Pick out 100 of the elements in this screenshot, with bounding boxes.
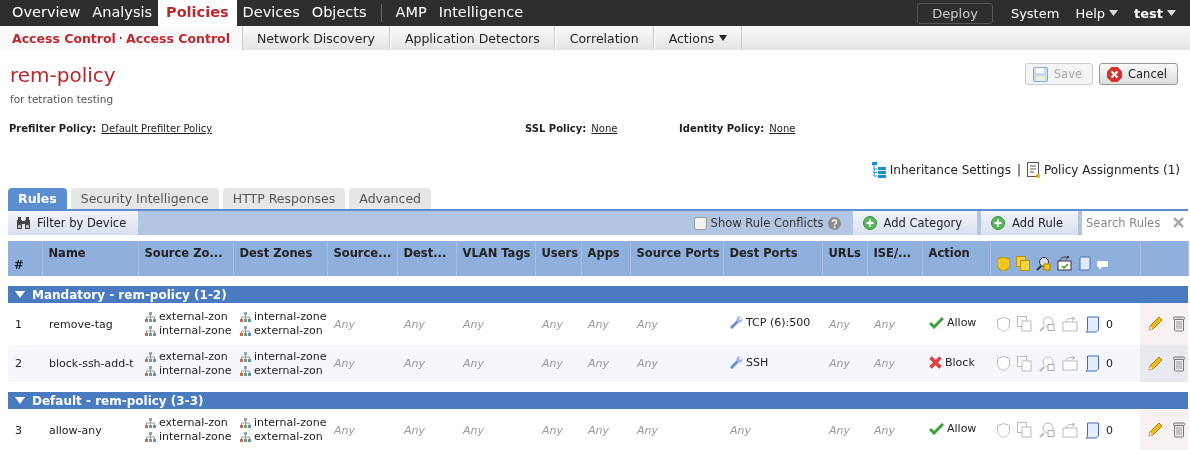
table-cell: Any: [874, 317, 895, 331]
folder-arrow-icon[interactable]: [1062, 316, 1078, 332]
breadcrumb-link[interactable]: Access Control: [126, 30, 230, 46]
expand-caret-icon[interactable]: [15, 291, 25, 298]
table-cell: Any: [588, 357, 609, 370]
network-icon: [240, 312, 251, 322]
nav-tab[interactable]: Devices: [236, 0, 306, 26]
setting-link[interactable]: None: [769, 123, 796, 147]
shield-icon[interactable]: [997, 422, 1010, 438]
magnifier-lock-icon[interactable]: [1039, 355, 1055, 372]
search-field[interactable]: Search Rules: [1082, 211, 1188, 235]
table-cell: Any: [588, 317, 609, 331]
column-header[interactable]: Name: [48, 246, 86, 260]
shield-icon[interactable]: [997, 356, 1010, 371]
pencil-icon[interactable]: [1147, 355, 1163, 372]
network-icon: [240, 432, 251, 442]
table-cell: Any: [334, 357, 355, 370]
add-category-button[interactable]: Add Category: [852, 211, 978, 235]
nav-tab[interactable]: AMP: [389, 0, 433, 26]
category-header[interactable]: Mandatory - rem-policy (1-2): [8, 286, 1188, 303]
action-label: Allow: [947, 316, 977, 330]
subnav-tab[interactable]: Application Detectors: [389, 26, 555, 50]
nav-tab[interactable]: Policies: [158, 0, 237, 26]
policy-assignments-link[interactable]: Policy Assignments (1): [1043, 163, 1180, 177]
clear-icon[interactable]: [1173, 217, 1184, 228]
table-cell: Any: [463, 357, 484, 370]
system-menu[interactable]: System: [1002, 5, 1068, 21]
actions-menu[interactable]: Actions: [653, 26, 743, 50]
tab[interactable]: Advanced: [349, 188, 432, 209]
table-cell: Any: [829, 423, 850, 437]
subnav-tab[interactable]: Correlation: [554, 26, 654, 50]
scroll-icon[interactable]: [1085, 355, 1099, 372]
deploy-button[interactable]: Deploy: [917, 2, 993, 24]
nav-tab[interactable]: Analysis: [86, 0, 159, 26]
network-icon: [240, 351, 251, 362]
tab[interactable]: Security Intelligence: [70, 188, 219, 209]
pencil-icon[interactable]: [1147, 422, 1163, 438]
filter-by-device-button[interactable]: Filter by Device: [8, 211, 139, 235]
setting-link[interactable]: None: [591, 123, 618, 147]
table-cell: Any: [542, 357, 563, 370]
expand-caret-icon[interactable]: [15, 397, 25, 404]
table-cell: Any: [637, 357, 658, 370]
folder-arrow-icon[interactable]: [1062, 422, 1078, 438]
tab[interactable]: HTTP Responses: [222, 188, 346, 209]
trash-icon[interactable]: [1173, 422, 1185, 438]
nav-tab[interactable]: Intelligence: [432, 0, 530, 26]
table-cell: Any: [463, 317, 484, 331]
port-name: SSH: [746, 355, 769, 369]
trash-icon[interactable]: [1173, 355, 1185, 372]
rule-name[interactable]: remove-tag: [49, 317, 113, 331]
comment-icon: [1096, 261, 1108, 271]
setting-label: Prefilter Policy:: [9, 123, 97, 136]
network-icon: [145, 312, 156, 322]
checkbox[interactable]: [693, 216, 707, 230]
setting-link[interactable]: Default Prefilter Policy: [101, 123, 213, 147]
inheritance-settings-link[interactable]: Inheritance Settings: [889, 163, 1011, 177]
scroll-icon[interactable]: [1085, 315, 1099, 333]
hierarchy-icon: [871, 162, 886, 178]
shield-icon[interactable]: [997, 316, 1010, 332]
breadcrumb-link[interactable]: Access Control: [12, 30, 116, 46]
zone-name: external-zon: [159, 310, 228, 324]
help-menu[interactable]: Help: [1067, 5, 1126, 21]
magnifier-lock-icon[interactable]: [1039, 316, 1055, 332]
table-cell: Any: [730, 423, 751, 437]
copy-icon[interactable]: [1017, 316, 1032, 332]
copy-icon: [1015, 256, 1030, 271]
check-icon: [929, 422, 944, 435]
table-cell: Any: [334, 423, 355, 437]
zone-name: internal-zone: [159, 324, 232, 338]
copy-icon[interactable]: [1017, 422, 1032, 438]
table-cell: Any: [637, 317, 658, 331]
table-cell: Any: [404, 357, 425, 370]
subnav-tab[interactable]: Network Discovery: [242, 26, 390, 50]
rule-name[interactable]: allow-any: [49, 423, 102, 437]
network-icon: [240, 418, 251, 428]
comment-count: 0: [1106, 423, 1113, 437]
pencil-icon[interactable]: [1147, 316, 1163, 332]
user-menu[interactable]: test: [1126, 5, 1190, 21]
comment-count: 0: [1106, 317, 1113, 331]
add-icon: [991, 216, 1006, 230]
cancel-button[interactable]: Cancel: [1099, 63, 1178, 85]
trash-icon[interactable]: [1173, 316, 1185, 332]
table-cell: Any: [542, 317, 563, 331]
table-cell: Any: [874, 423, 895, 437]
magnifier-lock-icon[interactable]: [1039, 422, 1055, 438]
category-header[interactable]: Default - rem-policy (3-3): [8, 392, 1188, 409]
column-header[interactable]: #: [14, 258, 24, 272]
zone-name: external-zon: [159, 349, 228, 364]
add-rule-button[interactable]: Add Rule: [981, 211, 1078, 235]
add-icon: [862, 216, 877, 230]
copy-icon[interactable]: [1017, 355, 1032, 372]
nav-tab[interactable]: Objects: [305, 0, 373, 26]
scroll-icon[interactable]: [1085, 421, 1099, 439]
nav-tab[interactable]: Overview: [0, 0, 87, 26]
rule-number: 1: [15, 317, 22, 331]
help-icon[interactable]: [827, 216, 841, 230]
table-cell: Any: [463, 423, 484, 437]
document-icon: [1026, 162, 1040, 178]
table-cell: Any: [542, 423, 563, 437]
folder-arrow-icon[interactable]: [1062, 356, 1078, 371]
